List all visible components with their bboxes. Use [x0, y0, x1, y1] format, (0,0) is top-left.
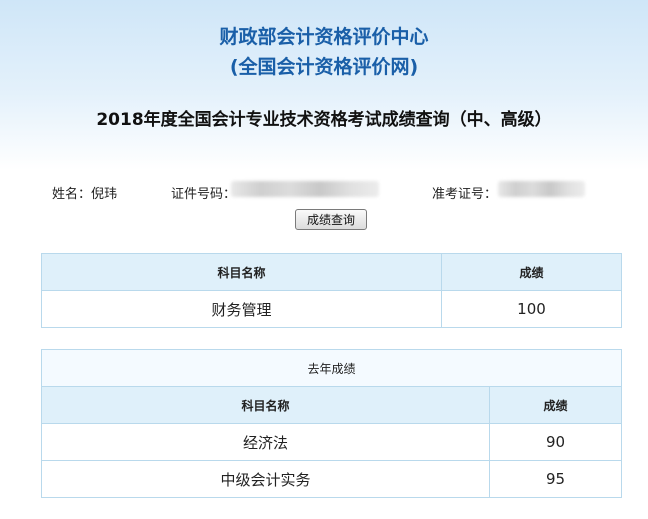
last-year-caption: 去年成绩 — [40, 349, 623, 387]
table-header-row: 科目名称 成绩 — [41, 253, 622, 291]
name-label: 姓名： — [52, 187, 92, 202]
id-number-label: 证件号码： — [171, 187, 237, 202]
id-number-redacted — [231, 181, 379, 197]
table-row: 经济法 90 — [41, 423, 623, 461]
candidate-name: 姓名：倪玮 — [52, 183, 117, 202]
score-cell: 100 — [441, 290, 622, 328]
subject-header: 科目名称 — [41, 253, 442, 291]
score-cell: 95 — [488, 460, 623, 498]
name-value: 倪玮 — [91, 187, 118, 202]
org-name: 财政部会计资格评价中心 — [219, 26, 429, 48]
score-header: 成绩 — [441, 253, 622, 291]
table-header-row: 科目名称 成绩 — [41, 386, 623, 424]
subject-cell: 财务管理 — [41, 290, 442, 328]
exam-number-redacted — [498, 181, 585, 197]
table-row: 财务管理 100 — [41, 290, 622, 328]
query-score-button[interactable]: 成绩查询 — [295, 209, 367, 230]
page-title: 2018年度全国会计专业技术资格考试成绩查询（中、高级） — [96, 110, 552, 130]
subject-cell: 经济法 — [41, 423, 490, 461]
site-name: (全国会计资格评价网) — [229, 56, 419, 78]
table-row: 中级会计实务 95 — [41, 460, 623, 498]
table-caption-row: 去年成绩 — [40, 349, 623, 387]
score-header: 成绩 — [488, 386, 623, 424]
subject-header: 科目名称 — [41, 386, 490, 424]
score-cell: 90 — [488, 423, 623, 461]
last-year-score-table: 去年成绩 科目名称 成绩 经济法 90 中级会计实务 95 — [40, 349, 623, 498]
current-score-table: 科目名称 成绩 财务管理 100 — [41, 253, 622, 328]
exam-number-label: 准考证号： — [432, 187, 498, 202]
subject-cell: 中级会计实务 — [41, 460, 490, 498]
